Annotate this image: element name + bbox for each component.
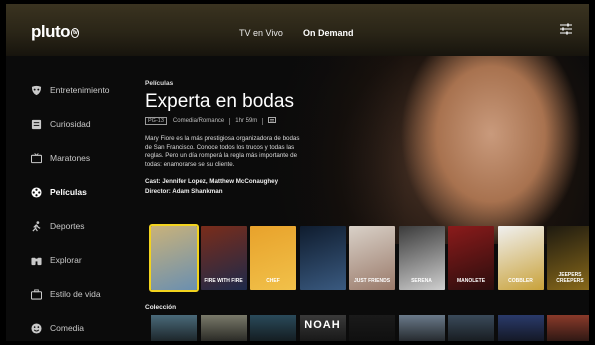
sidebar-item-label: Explorar — [50, 255, 82, 265]
sidebar-item-entretenimiento[interactable]: Entretenimiento — [30, 82, 110, 98]
collection-thumbnail[interactable] — [200, 315, 247, 341]
sidebar-item-maratones[interactable]: Maratones — [30, 150, 90, 166]
category-sidebar: Entretenimiento Curiosidad Maratones Pel… — [6, 56, 146, 341]
movie-poster-row: FIRE WITH FIRE CHEF JUST FRIENDS SERENA MANO… — [145, 224, 589, 292]
collection-thumbnail[interactable] — [547, 315, 589, 341]
collection-thumb-title: NOAH — [304, 319, 341, 331]
pluto-tv-logo[interactable]: pluto tv — [31, 22, 80, 42]
collection-thumbnail[interactable] — [398, 315, 445, 341]
top-bar: pluto tv TV en Vivo On Demand — [6, 4, 589, 56]
sidebar-item-curiosidad[interactable]: Curiosidad — [30, 116, 91, 132]
film-reel-icon — [30, 186, 42, 198]
hero-cast: Cast: Jennifer Lopez, Matthew McConaughe… — [145, 178, 279, 185]
movie-poster[interactable] — [149, 224, 199, 292]
movie-poster[interactable]: SERENA — [398, 226, 445, 290]
briefcase-icon — [30, 288, 42, 300]
movie-poster[interactable]: MANOLETE — [448, 226, 494, 290]
movie-poster[interactable]: JEEPERS CREEPERS — [547, 226, 589, 290]
poster-title: SERENA — [411, 278, 432, 284]
poster-title: JEEPERS CREEPERS — [556, 272, 584, 284]
sidebar-item-label: Comedia — [50, 323, 85, 333]
poster-title: MANOLETE — [456, 278, 486, 284]
sidebar-item-estilo-de-vida[interactable]: Estilo de vida — [30, 286, 101, 302]
sidebar-item-label: Entretenimiento — [50, 85, 110, 95]
hero-category: Películas — [145, 80, 174, 87]
logo-badge: tv — [71, 28, 80, 38]
meta-divider — [229, 117, 231, 125]
binoculars-icon — [30, 254, 42, 266]
smiley-icon — [30, 322, 42, 334]
drama-masks-icon — [30, 84, 42, 96]
book-icon — [30, 118, 42, 130]
sidebar-item-label: Películas — [50, 187, 87, 197]
sidebar-item-label: Maratones — [50, 153, 91, 163]
sidebar-item-explorar[interactable]: Explorar — [30, 252, 82, 268]
nav-on-demand[interactable]: On Demand — [303, 28, 354, 38]
sidebar-item-comedia[interactable]: Comedia — [30, 320, 84, 336]
collection-thumbnail[interactable] — [448, 315, 494, 341]
sidebar-item-label: Curiosidad — [50, 119, 91, 129]
movie-poster[interactable]: JUST FRIENDS — [349, 226, 395, 290]
hero-description: Mary Fiore es la más prestigiosa organiz… — [145, 135, 300, 168]
sidebar-item-label: Deportes — [50, 221, 85, 231]
genre-text: Comedia/Romance — [172, 118, 225, 124]
tv-icon — [30, 152, 42, 164]
collection-thumbnail[interactable] — [497, 315, 544, 341]
poster-title: COBBLER — [508, 278, 533, 284]
nav-tv-en-vivo[interactable]: TV en Vivo — [239, 28, 283, 38]
movie-poster[interactable]: COBBLER — [497, 226, 544, 290]
hero-director: Director: Adam Shankman — [145, 188, 223, 195]
movie-poster[interactable] — [299, 226, 346, 290]
hero-title: Experta en bodas — [145, 91, 294, 112]
sliders-icon[interactable] — [559, 22, 573, 36]
runner-icon — [30, 220, 42, 232]
collection-thumbnail[interactable] — [250, 315, 296, 341]
meta-divider — [262, 117, 264, 125]
rating-badge: PG-13 — [145, 117, 167, 125]
duration-text: 1hr 59m — [235, 118, 258, 124]
movie-poster[interactable]: CHEF — [250, 226, 296, 290]
app-frame: pluto tv TV en Vivo On Demand Entretenimi… — [6, 4, 589, 341]
collection-thumbnail[interactable]: NOAH — [299, 315, 346, 341]
logo-text: pluto — [31, 22, 71, 41]
collection-thumbnail[interactable] — [349, 315, 395, 341]
hero-meta: PG-13 Comedia/Romance 1hr 59m — [145, 117, 277, 125]
sidebar-item-label: Estilo de vida — [50, 289, 101, 299]
movie-poster[interactable]: FIRE WITH FIRE — [200, 226, 247, 290]
collection-thumbnail[interactable] — [151, 315, 197, 341]
poster-title: FIRE WITH FIRE — [204, 278, 243, 284]
sidebar-item-peliculas[interactable]: Películas — [30, 184, 87, 200]
closed-captions-icon — [268, 117, 277, 125]
collection-heading: Colección — [145, 304, 177, 311]
poster-title: CHEF — [266, 278, 280, 284]
collection-row: NOAH — [145, 315, 589, 341]
poster-title: JUST FRIENDS — [353, 278, 391, 284]
sidebar-item-deportes[interactable]: Deportes — [30, 218, 85, 234]
